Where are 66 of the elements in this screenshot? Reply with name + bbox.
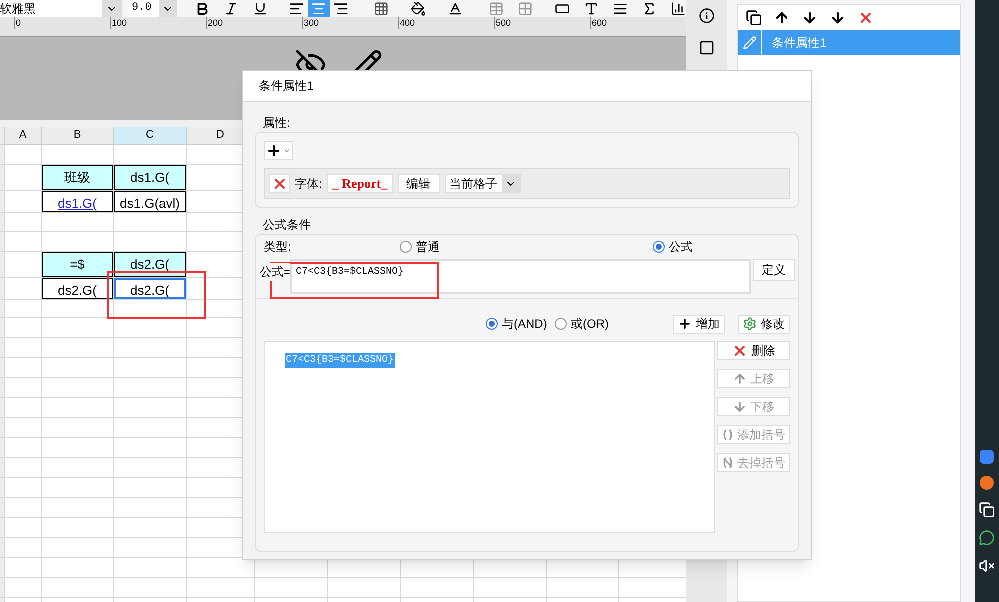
radio-button[interactable]: 或(OR) <box>555 315 609 333</box>
table-cell[interactable]: 班级 <box>42 165 113 190</box>
table-cell[interactable]: ds2.G( <box>114 252 186 277</box>
copy-icon[interactable] <box>746 10 762 26</box>
chart-icon[interactable] <box>670 0 686 16</box>
plus-icon <box>266 142 282 158</box>
table-cell[interactable]: =$ <box>42 252 113 277</box>
column-header[interactable]: A <box>19 127 27 144</box>
formula-label: 公式= <box>260 263 290 281</box>
remove-parentheses-icon <box>722 456 734 468</box>
section-label: 属性: <box>263 115 292 132</box>
ruler-label: 400 <box>398 17 494 29</box>
radio-button[interactable]: 公式 <box>653 238 693 256</box>
grid-icon[interactable] <box>518 0 533 16</box>
text-icon[interactable] <box>584 0 599 16</box>
dialog-title: 条件属性1 <box>259 78 314 95</box>
font-dropdown[interactable]: 软雅黑 <box>0 0 122 17</box>
table-cell[interactable]: ds1.G(avl) <box>114 191 186 212</box>
ruler-label: 0 <box>14 17 110 29</box>
windows-icon[interactable] <box>979 502 995 518</box>
modify-button[interactable]: 修改 <box>738 314 790 334</box>
scope-dropdown[interactable]: 当前格子 <box>444 174 521 193</box>
font-color-icon[interactable] <box>448 0 463 16</box>
speaker-muted-icon[interactable] <box>979 558 995 574</box>
table-cell[interactable]: ds1.G( <box>42 191 113 212</box>
table-cell[interactable]: ds2.G( <box>114 278 186 299</box>
add-dropdown-button[interactable] <box>264 141 293 160</box>
arrow-down-icon[interactable] <box>802 10 818 26</box>
add-button[interactable]: 增加 <box>673 314 725 334</box>
underline-icon[interactable] <box>252 0 268 16</box>
chat-icon[interactable] <box>979 530 995 546</box>
cell-info-icon[interactable] <box>698 8 714 24</box>
square-icon[interactable] <box>698 40 714 56</box>
table-cell[interactable]: ds1.G( <box>114 165 186 190</box>
formula-field[interactable]: C7<C3{B3=$CLASSNO} <box>290 259 751 294</box>
arrow-up-icon[interactable] <box>774 10 790 26</box>
font-preview: _ Report_ <box>327 174 393 193</box>
border-icon[interactable] <box>374 0 389 16</box>
fill-color-icon[interactable] <box>410 0 426 16</box>
parentheses-icon <box>722 428 734 440</box>
app-icon[interactable] <box>980 450 994 464</box>
font-size-dropdown[interactable]: 9.0 <box>128 0 177 17</box>
ruler-label: 200 <box>206 17 302 29</box>
edit-button[interactable]: 编辑 <box>398 174 440 193</box>
table-cell[interactable]: ds2.G( <box>42 278 113 299</box>
pencil-icon <box>742 36 756 50</box>
plus-icon <box>678 317 692 331</box>
remove-button[interactable] <box>269 174 290 193</box>
ruler-label: 100 <box>110 17 206 29</box>
ruler-label: 300 <box>302 17 398 29</box>
ruler-label: 500 <box>494 17 590 29</box>
side-button[interactable]: 删除 <box>717 341 790 360</box>
column-header[interactable]: D <box>216 127 224 144</box>
define-button[interactable]: 定义 <box>753 259 795 281</box>
font-label: 字体: <box>295 176 322 192</box>
app-icon[interactable] <box>980 476 994 490</box>
section-label: 公式条件 <box>263 217 312 234</box>
italic-icon[interactable] <box>224 0 239 16</box>
column-header[interactable]: C <box>146 127 154 144</box>
column-header[interactable]: B <box>74 127 82 144</box>
type-label: 类型: <box>264 239 292 256</box>
radio-button[interactable]: 与(AND) <box>486 315 555 333</box>
move-bottom-icon[interactable] <box>830 10 846 26</box>
table-icon[interactable] <box>488 0 504 16</box>
gear-icon <box>743 317 757 331</box>
radio-button[interactable]: 普通 <box>400 238 653 256</box>
